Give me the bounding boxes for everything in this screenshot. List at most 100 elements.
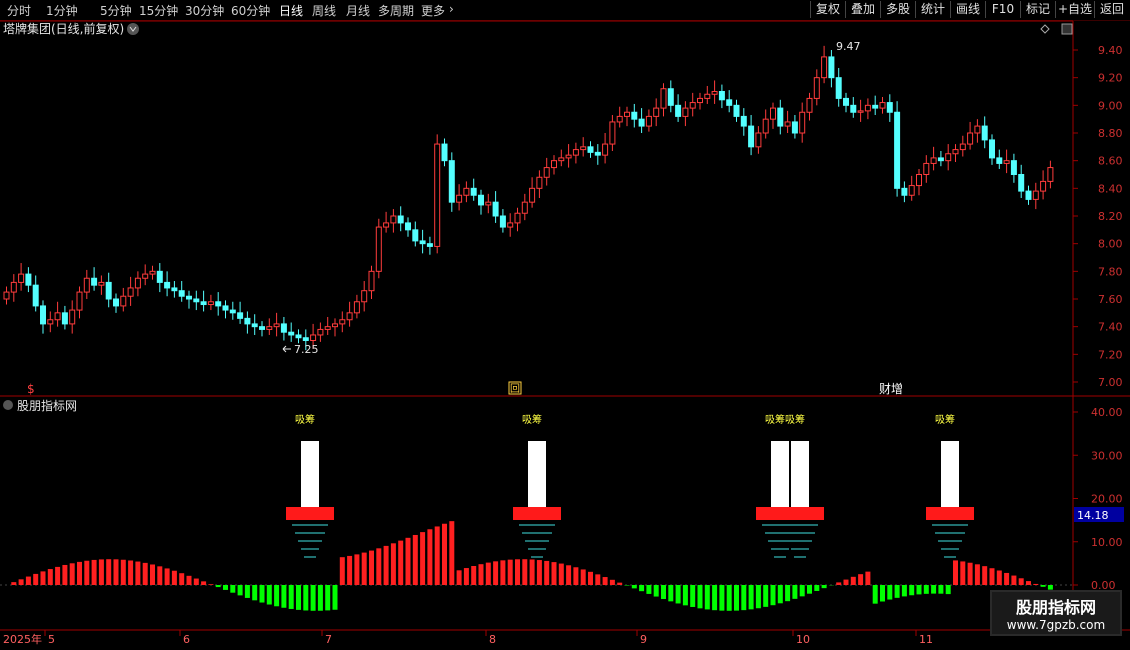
candle-body — [996, 157, 1003, 164]
histogram-bar — [113, 559, 119, 585]
histogram-bar — [164, 568, 170, 585]
candle-body — [98, 281, 105, 286]
histogram-bar — [916, 585, 922, 595]
histogram-bar — [369, 550, 374, 585]
candle-body — [828, 56, 835, 79]
dividend-marker[interactable]: $ — [27, 382, 35, 396]
window-toggle-icon[interactable] — [1061, 23, 1073, 35]
candle-body — [485, 201, 492, 206]
histogram-bar — [865, 571, 871, 585]
candle-body — [886, 102, 893, 113]
candle-body — [923, 162, 930, 176]
watermark-title: 股朋指标网 — [1015, 598, 1096, 617]
histogram-bar — [98, 559, 104, 585]
histogram-bar — [624, 585, 630, 586]
histogram-bar — [485, 562, 491, 585]
candle-body — [105, 281, 112, 300]
histogram-bar — [325, 585, 331, 611]
histogram-bar — [704, 585, 710, 610]
histogram-group — [11, 521, 1053, 611]
histogram-bar — [609, 579, 615, 585]
histogram-bar — [1011, 575, 1017, 585]
low-price-label: 7.25 — [294, 343, 319, 356]
candle-body — [273, 323, 280, 328]
candle-body — [295, 334, 302, 339]
histogram-bar — [434, 526, 440, 585]
candle-body — [1003, 160, 1010, 164]
histogram-bar — [646, 585, 652, 594]
histogram-bar — [281, 585, 287, 608]
kline-chart: 塔牌集团(日线,前复权) 9.40 9.20 9.00 8.80 8.60 8.40 8.2… — [0, 20, 1130, 646]
candle-body — [61, 312, 68, 325]
histogram-bar — [171, 570, 177, 585]
histogram-bar — [179, 573, 185, 585]
candle-body — [164, 281, 171, 289]
candle-body — [251, 323, 258, 328]
candle-body — [397, 215, 404, 224]
candle-body — [492, 201, 499, 217]
histogram-bar — [551, 562, 557, 585]
candle-body — [507, 222, 514, 228]
price-tick-label: 7.20 — [1098, 348, 1123, 361]
candle-body — [616, 115, 623, 123]
candle-body — [266, 326, 273, 330]
candle-body — [383, 222, 390, 228]
candle-body — [726, 99, 733, 106]
candle-body — [660, 88, 667, 109]
histogram-bar — [595, 574, 601, 585]
candle-body — [981, 125, 988, 141]
histogram-bar — [33, 573, 39, 585]
histogram-bar — [230, 585, 236, 593]
price-tick-label: 9.20 — [1098, 72, 1123, 85]
candle-body — [426, 243, 433, 247]
histogram-bar — [128, 560, 134, 585]
chevron-down-icon[interactable] — [127, 23, 139, 35]
candle-body — [200, 301, 207, 306]
histogram-bar — [91, 559, 97, 585]
signal-white-block — [301, 441, 319, 507]
indicator-chevron-icon[interactable] — [3, 400, 13, 410]
candle-body — [156, 270, 163, 283]
histogram-bar — [142, 562, 148, 585]
signal-group: 吸筹 吸筹 吸筹 吸筹 吸筹 — [286, 413, 974, 558]
candle-body — [76, 291, 83, 311]
histogram-bar — [157, 566, 163, 585]
histogram-bar — [573, 567, 579, 585]
month-label: 11 — [919, 633, 933, 646]
histogram-bar — [317, 585, 323, 611]
low-arrow-icon — [282, 345, 291, 353]
finance-marker[interactable]: 财增 — [879, 382, 903, 396]
candle-body — [843, 97, 849, 106]
histogram-bar — [602, 577, 608, 585]
histogram-bar — [850, 576, 856, 585]
candle-body — [894, 111, 901, 189]
price-tick-label: 8.00 — [1098, 238, 1123, 251]
signal-white-block — [771, 441, 789, 507]
histogram-bar — [960, 561, 966, 585]
candle-body — [310, 334, 317, 342]
hui-marker[interactable]: 回 — [510, 383, 520, 395]
candle-body — [945, 153, 952, 162]
histogram-bar — [741, 585, 747, 611]
candle-body — [682, 107, 689, 117]
histogram-bar — [974, 564, 980, 585]
candle-body — [1040, 180, 1047, 192]
candle-body — [864, 104, 871, 112]
signal-white-block — [941, 441, 959, 507]
candle-body — [120, 295, 127, 307]
histogram-bar — [215, 585, 221, 588]
histogram-bar — [792, 585, 798, 599]
candle-body — [813, 77, 820, 99]
candle-body — [390, 215, 397, 224]
histogram-bar — [237, 585, 243, 596]
signal-label: 吸筹 — [295, 413, 315, 426]
candle-body — [587, 146, 594, 153]
candle-body — [456, 194, 463, 203]
candle-body — [463, 187, 470, 196]
candle-body — [47, 319, 54, 325]
histogram-bar — [901, 585, 907, 597]
histogram-bar — [11, 582, 17, 585]
candle-body — [624, 111, 630, 117]
histogram-bar — [755, 585, 761, 609]
diamond-icon[interactable] — [1040, 24, 1050, 34]
